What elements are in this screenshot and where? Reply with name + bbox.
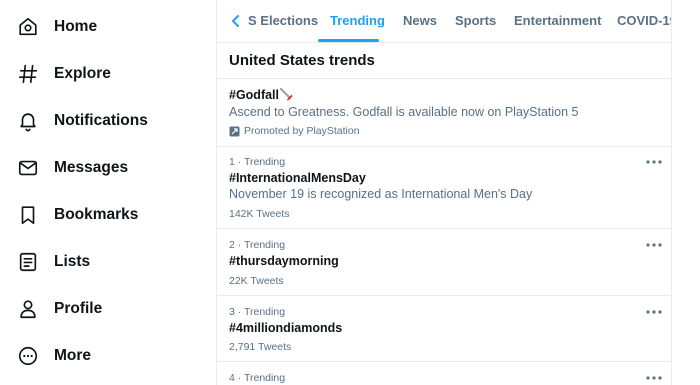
more-circle-icon	[8, 336, 48, 376]
sidebar-item-label: Lists	[54, 253, 91, 270]
section-header: United States trends	[217, 42, 671, 79]
tab-trending[interactable]: Trending	[330, 0, 385, 42]
more-options-icon[interactable]	[645, 157, 663, 167]
promoted-icon	[229, 126, 240, 136]
trend-item[interactable]: 1 · Trending #InternationalMensDay Novem…	[217, 147, 671, 229]
tab-news[interactable]: News	[403, 0, 437, 42]
trend-item[interactable]: 4 · Trending	[217, 362, 671, 385]
sidebar-item-notifications[interactable]: Notifications	[8, 101, 162, 141]
trend-rank: 4 · Trending	[229, 372, 286, 384]
trend-title: #4milliondiamonds	[229, 321, 343, 335]
tab-bar: S Elections Trending News Sports Enterta…	[217, 0, 671, 43]
sidebar-item-label: Notifications	[54, 112, 148, 129]
trend-item[interactable]: 3 · Trending #4milliondiamonds 2,791 Twe…	[217, 296, 671, 362]
trend-title: #InternationalMensDay	[229, 171, 366, 185]
trend-rank: 3 · Trending	[229, 306, 286, 318]
promoted-by-row: Promoted by PlayStation	[229, 125, 360, 137]
sidebar-item-label: Profile	[54, 300, 103, 317]
envelope-icon	[8, 148, 48, 188]
sidebar-item-label: Messages	[54, 159, 129, 176]
main-column: S Elections Trending News Sports Enterta…	[216, 0, 672, 385]
home-icon	[8, 7, 48, 47]
bookmark-icon	[8, 195, 48, 235]
promoted-by-label: Promoted by PlayStation	[244, 125, 360, 137]
bell-icon	[8, 101, 48, 141]
sidebar-item-lists[interactable]: Lists	[8, 242, 104, 282]
sidebar-item-bookmarks[interactable]: Bookmarks	[8, 195, 152, 235]
more-options-icon[interactable]	[645, 240, 663, 250]
trend-rank: 1 · Trending	[229, 156, 286, 168]
trend-tweet-count: 22K Tweets	[229, 275, 284, 287]
more-options-icon[interactable]	[645, 307, 663, 317]
trend-tweet-count: 142K Tweets	[229, 208, 290, 220]
more-options-icon[interactable]	[645, 373, 663, 383]
tab-sports[interactable]: Sports	[455, 0, 496, 42]
sidebar-item-label: More	[54, 347, 92, 364]
trend-item[interactable]: 2 · Trending #thursdaymorning 22K Tweets	[217, 229, 671, 296]
trend-description: Ascend to Greatness. Godfall is availabl…	[229, 105, 579, 119]
chevron-left-icon[interactable]	[227, 12, 245, 30]
sidebar-item-label: Home	[54, 18, 98, 35]
list-icon	[8, 242, 48, 282]
trend-description: November 19 is recognized as Internation…	[229, 187, 533, 201]
trend-title: #Godfall	[229, 88, 280, 102]
tab-elections[interactable]: S Elections	[248, 0, 318, 42]
section-title: United States trends	[229, 52, 375, 69]
hashtag-icon	[8, 54, 48, 94]
trend-title: #thursdaymorning	[229, 254, 339, 268]
sidebar-item-label: Bookmarks	[54, 206, 139, 223]
sidebar: Home Explore Notifications Messages Book…	[0, 0, 216, 385]
tab-entertainment[interactable]: Entertainment	[514, 0, 601, 42]
sidebar-item-messages[interactable]: Messages	[8, 148, 142, 188]
sidebar-item-more[interactable]: More	[8, 336, 105, 376]
person-icon	[8, 289, 48, 329]
tab-covid-19[interactable]: COVID-19	[617, 0, 671, 42]
trend-rank: 2 · Trending	[229, 239, 286, 251]
sidebar-item-profile[interactable]: Profile	[8, 289, 116, 329]
trend-tweet-count: 2,791 Tweets	[229, 341, 292, 353]
sidebar-item-home[interactable]: Home	[8, 7, 111, 47]
promoted-trend[interactable]: #Godfall Ascend to Greatness. Godfall is…	[217, 79, 671, 147]
sidebar-item-label: Explore	[54, 65, 111, 82]
sidebar-item-explore[interactable]: Explore	[8, 54, 125, 94]
sword-icon	[280, 88, 293, 101]
